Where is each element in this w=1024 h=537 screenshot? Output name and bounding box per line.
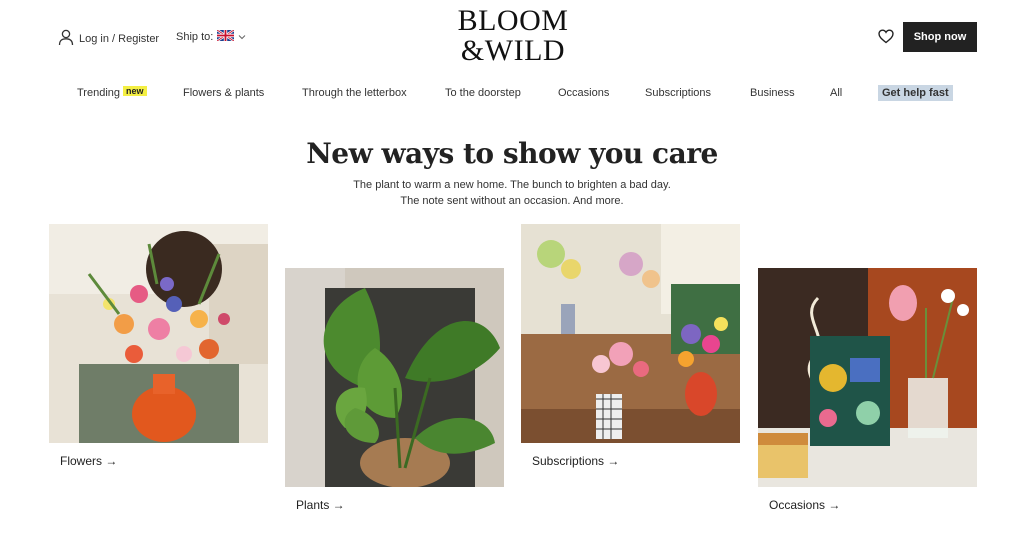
nav-item-trending[interactable]: Trending new [77, 86, 147, 99]
main-nav: Trending new Flowers & plants Through the… [0, 84, 1024, 104]
nav-label-trending: Trending [77, 87, 121, 99]
occasions-image[interactable] [758, 268, 977, 487]
card-label-plants[interactable]: Plants → [296, 498, 504, 512]
page-subtitle: The plant to warm a new home. The bunch … [0, 177, 1024, 209]
category-card-occasions[interactable]: Occasions → [758, 268, 977, 512]
user-icon [57, 28, 75, 49]
nav-item-all[interactable]: All [830, 87, 842, 99]
logo-line-2: &WILD [460, 34, 566, 67]
heart-icon[interactable] [878, 29, 894, 49]
nav-item-get-help[interactable]: Get help fast [878, 85, 953, 101]
account-label: Log in / Register [79, 32, 160, 45]
category-card-flowers[interactable]: Flowers → [49, 224, 268, 468]
ship-to-selector[interactable]: Ship to: [176, 28, 246, 44]
nav-item-subscriptions[interactable]: Subscriptions [645, 87, 711, 99]
nav-item-letterbox[interactable]: Through the letterbox [302, 87, 407, 99]
shop-now-button[interactable]: Shop now [903, 22, 977, 52]
page-title: New ways to show you care [306, 137, 718, 170]
plants-image[interactable] [285, 268, 504, 487]
subtitle-line-2: The note sent without an occasion. And m… [400, 195, 624, 207]
subtitle-line-1: The plant to warm a new home. The bunch … [353, 179, 671, 191]
brand-logo[interactable]: BLOOM &WILD [446, 6, 580, 66]
account-link[interactable]: Log in / Register [57, 28, 159, 49]
flowers-image[interactable] [49, 224, 268, 443]
nav-item-doorstep[interactable]: To the doorstep [445, 87, 521, 99]
ship-to-label: Ship to: [176, 31, 214, 43]
chevron-down-icon [238, 31, 246, 43]
subscriptions-image[interactable] [521, 224, 740, 443]
nav-item-flowers-plants[interactable]: Flowers & plants [183, 87, 264, 99]
logo-line-1: BLOOM [457, 4, 569, 37]
new-badge: new [123, 86, 147, 96]
card-label-subscriptions[interactable]: Subscriptions → [532, 454, 740, 468]
uk-flag-icon [216, 28, 235, 44]
nav-item-occasions[interactable]: Occasions [558, 87, 609, 99]
card-label-flowers[interactable]: Flowers → [60, 454, 268, 468]
nav-item-business[interactable]: Business [750, 87, 795, 99]
category-card-plants[interactable]: Plants → [285, 268, 504, 512]
card-label-occasions[interactable]: Occasions → [769, 498, 977, 512]
category-card-subscriptions[interactable]: Subscriptions → [521, 224, 740, 468]
site-header: Log in / Register Ship to: BLOOM &WILD S… [0, 0, 1024, 80]
